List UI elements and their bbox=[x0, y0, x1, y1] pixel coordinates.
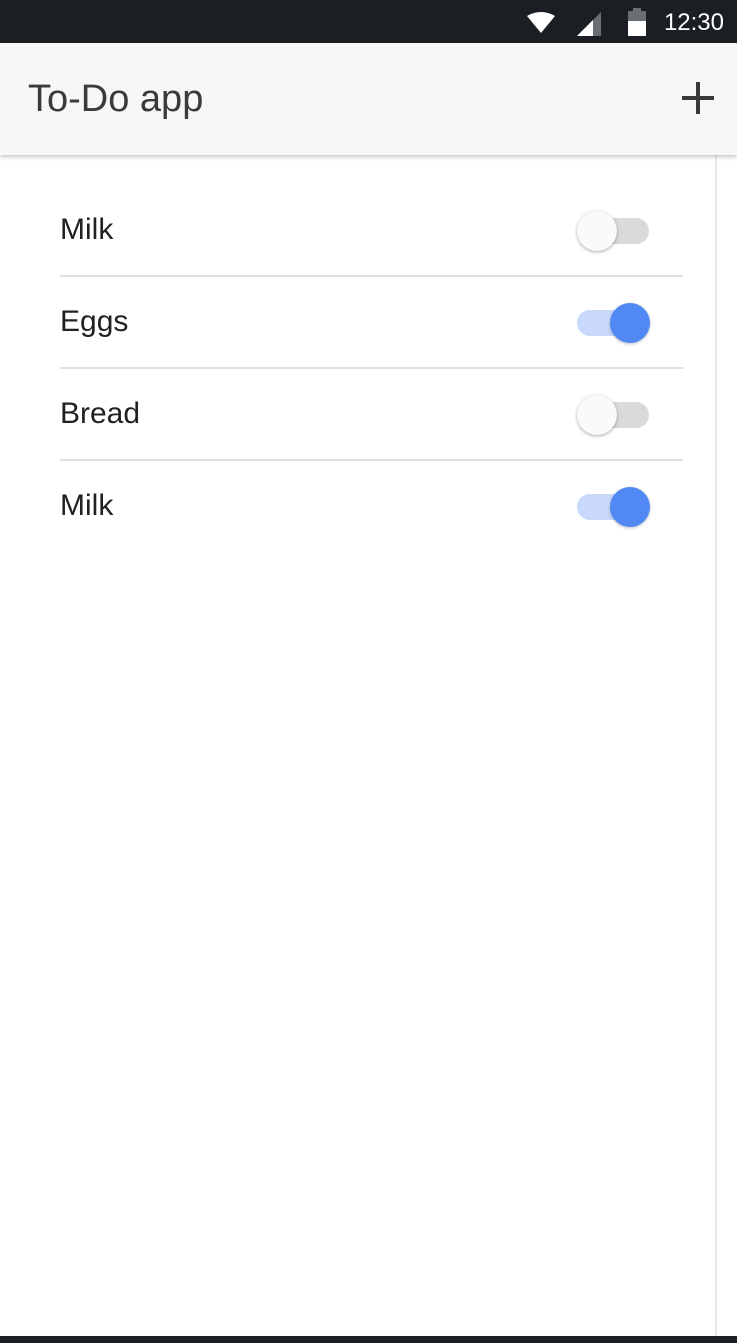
navigation-bar bbox=[0, 1336, 737, 1343]
toggle-switch[interactable] bbox=[577, 210, 651, 252]
status-bar: 12:30 bbox=[0, 0, 737, 43]
toggle-thumb bbox=[610, 487, 650, 527]
list-item: Bread bbox=[60, 369, 683, 461]
toggle-thumb bbox=[577, 211, 617, 251]
list-item: Milk bbox=[60, 185, 683, 277]
signal-icon bbox=[577, 12, 601, 41]
item-label: Eggs bbox=[60, 305, 129, 338]
toggle-thumb bbox=[610, 303, 650, 343]
battery-icon bbox=[628, 8, 646, 41]
scrollbar-track[interactable] bbox=[717, 155, 737, 1336]
app-title: To-Do app bbox=[28, 78, 204, 120]
plus-icon bbox=[673, 82, 723, 126]
screen: 12:30 To-Do app Milk Eggs Bread Milk bbox=[0, 0, 737, 1343]
item-label: Milk bbox=[60, 489, 114, 522]
toggle-switch[interactable] bbox=[577, 486, 651, 528]
app-bar: To-Do app bbox=[0, 43, 737, 155]
item-label: Bread bbox=[60, 397, 141, 430]
toggle-switch[interactable] bbox=[577, 302, 651, 344]
item-label: Milk bbox=[60, 213, 114, 246]
toggle-thumb bbox=[577, 395, 617, 435]
toggle-switch[interactable] bbox=[577, 394, 651, 436]
list-item: Milk bbox=[60, 461, 683, 551]
todo-list: Milk Eggs Bread Milk bbox=[60, 185, 683, 551]
wifi-icon bbox=[527, 12, 555, 39]
todo-list-container: Milk Eggs Bread Milk bbox=[0, 155, 715, 1336]
status-time: 12:30 bbox=[663, 9, 724, 36]
add-button[interactable] bbox=[673, 73, 723, 123]
list-item: Eggs bbox=[60, 277, 683, 369]
